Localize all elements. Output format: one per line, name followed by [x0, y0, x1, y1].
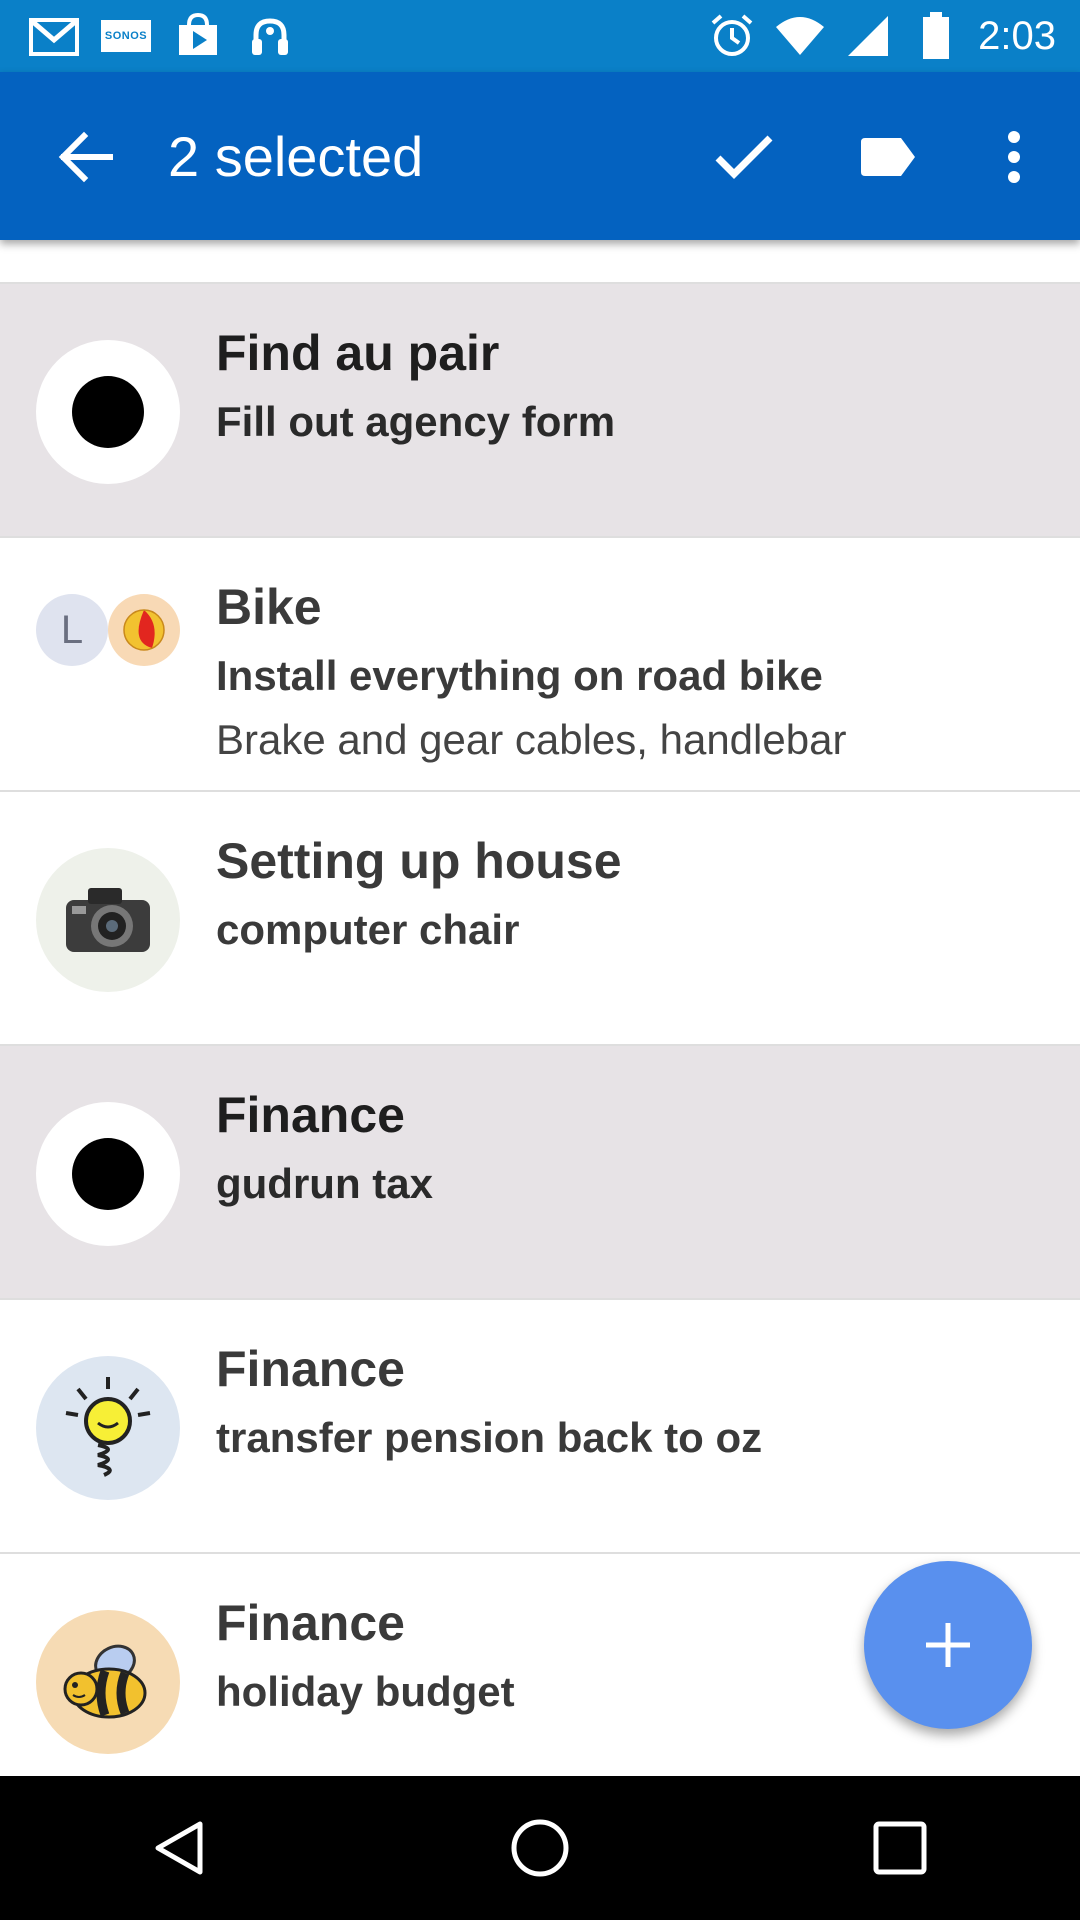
- status-bar: SONOS 2:03: [0, 0, 1080, 72]
- plus-icon: [926, 1623, 970, 1667]
- item-subtitle: transfer pension back to oz: [216, 1414, 763, 1461]
- gmail-icon: [28, 12, 80, 60]
- battery-icon: [910, 12, 962, 60]
- list-item[interactable]: Finance transfer pension back to oz: [0, 1300, 1080, 1554]
- back-triangle-icon: [155, 1821, 203, 1875]
- signal-icon: [842, 12, 894, 60]
- item-subtitle: computer chair: [216, 906, 520, 953]
- arrow-back-icon: [58, 131, 113, 183]
- sonos-icon: SONOS: [100, 12, 152, 60]
- item-subtitle: Fill out agency form: [216, 398, 616, 445]
- list-item[interactable]: Setting up house computer chair: [0, 792, 1080, 1046]
- beach-ball-icon: [108, 594, 180, 666]
- app-bar: 2 selected: [0, 72, 1080, 240]
- home-circle-icon: [511, 1819, 569, 1877]
- item-subtitle: gudrun tax: [216, 1160, 433, 1207]
- selection-indicator[interactable]: [36, 340, 180, 484]
- letter-avatar: L: [36, 594, 108, 666]
- item-text: Bike Install everything on road bike Bra…: [216, 572, 1060, 770]
- amazon-icon: [244, 12, 296, 60]
- mark-done-button[interactable]: [704, 117, 784, 197]
- system-icons: 2:03: [706, 12, 1080, 60]
- nav-back-button[interactable]: [130, 1798, 230, 1898]
- system-nav-bar: [0, 1776, 1080, 1920]
- item-title: Find au pair: [216, 325, 500, 381]
- more-options-button[interactable]: [974, 117, 1054, 197]
- selected-dot-icon: [72, 376, 144, 448]
- alarm-icon: [706, 12, 758, 60]
- clock: 2:03: [978, 13, 1056, 58]
- list-top-strip: [0, 240, 1080, 284]
- nav-recents-button[interactable]: [850, 1798, 950, 1898]
- selection-indicator[interactable]: [36, 1102, 180, 1246]
- back-button[interactable]: [50, 122, 120, 192]
- check-icon: [715, 135, 773, 179]
- avatar-group[interactable]: L: [36, 594, 186, 670]
- recents-square-icon: [873, 1821, 927, 1875]
- add-task-button[interactable]: [864, 1561, 1032, 1729]
- label-icon: [861, 138, 915, 176]
- notification-icons: SONOS: [0, 12, 296, 60]
- item-title: Bike: [216, 579, 322, 635]
- label-button[interactable]: [848, 117, 928, 197]
- more-vert-icon: [1008, 131, 1020, 183]
- item-note: Brake and gear cables, handlebar: [216, 716, 847, 763]
- nav-home-button[interactable]: [490, 1798, 590, 1898]
- play-store-icon: [172, 12, 224, 60]
- item-text: Finance gudrun tax: [216, 1080, 1060, 1218]
- item-text: Setting up house computer chair: [216, 826, 1060, 964]
- selected-dot-icon: [72, 1138, 144, 1210]
- camera-icon[interactable]: [36, 848, 180, 992]
- item-title: Finance: [216, 1087, 405, 1143]
- wifi-icon: [774, 12, 826, 60]
- item-text: Find au pair Fill out agency form: [216, 318, 1060, 456]
- page-title: 2 selected: [168, 125, 424, 188]
- item-text: Finance transfer pension back to oz: [216, 1334, 1060, 1472]
- item-subtitle: Install everything on road bike: [216, 652, 823, 699]
- list-item[interactable]: L Bike Install everything on road bike B…: [0, 538, 1080, 792]
- bee-icon[interactable]: [36, 1610, 180, 1754]
- list-item[interactable]: Finance gudrun tax: [0, 1046, 1080, 1300]
- item-title: Setting up house: [216, 833, 622, 889]
- list-item[interactable]: Find au pair Fill out agency form: [0, 284, 1080, 538]
- lightbulb-icon[interactable]: [36, 1356, 180, 1500]
- item-title: Finance: [216, 1341, 405, 1397]
